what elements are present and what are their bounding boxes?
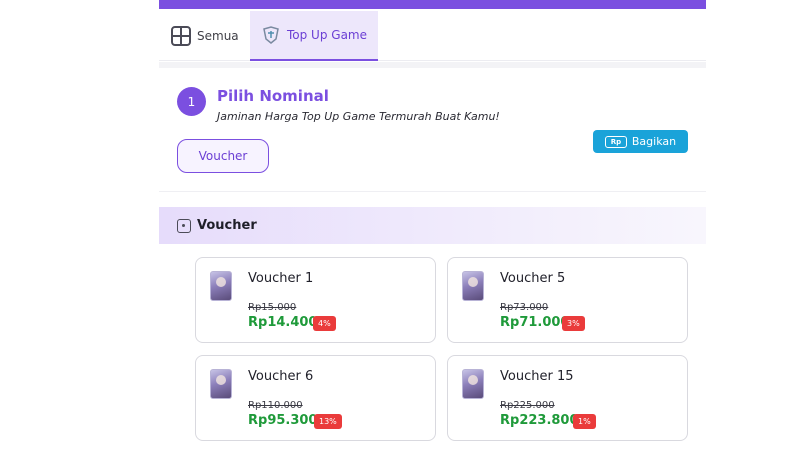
voucher-icon <box>177 218 191 233</box>
page: Semua Top Up Game 1 Pilih Nominal Jamina… <box>0 0 800 453</box>
tab-label: Top Up Game <box>286 28 367 42</box>
product-card[interactable]: Voucher 1 Rp15.000 Rp14.400 4% <box>195 257 436 343</box>
top-accent-bar <box>159 0 706 9</box>
product-thumbnail <box>462 369 484 399</box>
tab-label: Semua <box>197 29 239 43</box>
product-thumbnail <box>210 271 232 301</box>
discount-badge: 1% <box>573 414 596 429</box>
product-thumbnail <box>210 369 232 399</box>
product-card[interactable]: Voucher 6 Rp110.000 Rp95.300 13% <box>195 355 436 441</box>
product-old-price: Rp225.000 <box>500 400 555 411</box>
product-old-price: Rp110.000 <box>248 400 303 411</box>
step-subtitle: Jaminan Harga Top Up Game Termurah Buat … <box>217 110 500 123</box>
game-controller-icon <box>263 26 279 44</box>
product-old-price: Rp15.000 <box>248 302 297 313</box>
product-card[interactable]: Voucher 5 Rp73.000 Rp71.000 3% <box>447 257 688 343</box>
main-column: Semua Top Up Game 1 Pilih Nominal Jamina… <box>159 0 706 453</box>
share-label: Bagikan <box>631 135 677 148</box>
section-header[interactable]: Voucher <box>159 207 706 244</box>
discount-badge: 13% <box>314 414 342 429</box>
share-icon: Rp <box>604 135 627 148</box>
grid-icon <box>171 26 191 46</box>
product-price: Rp71.000 <box>500 315 570 330</box>
step-card: 1 Pilih Nominal Jaminan Harga Top Up Gam… <box>159 68 706 192</box>
product-price: Rp14.400 <box>248 315 318 330</box>
voucher-category-button[interactable]: Voucher <box>177 139 269 173</box>
product-price: Rp223.800 <box>500 413 579 428</box>
product-card[interactable]: Voucher 15 Rp225.000 Rp223.800 1% <box>447 355 688 441</box>
product-thumbnail <box>462 271 484 301</box>
share-button[interactable]: Rp Bagikan <box>593 130 688 153</box>
step-number-badge: 1 <box>177 87 206 116</box>
step-title: Pilih Nominal <box>217 87 329 105</box>
tab-semua[interactable]: Semua <box>171 11 239 61</box>
product-name: Voucher 6 <box>248 369 314 384</box>
section-title: Voucher <box>197 218 257 233</box>
discount-badge: 3% <box>562 316 585 331</box>
discount-badge: 4% <box>313 316 336 331</box>
product-name: Voucher 5 <box>500 271 566 286</box>
tab-top-up-game[interactable]: Top Up Game <box>250 11 378 61</box>
product-name: Voucher 1 <box>248 271 314 286</box>
tab-bar: Semua Top Up Game <box>159 11 706 61</box>
product-name: Voucher 15 <box>500 369 574 384</box>
product-old-price: Rp73.000 <box>500 302 549 313</box>
product-price: Rp95.300 <box>248 413 318 428</box>
